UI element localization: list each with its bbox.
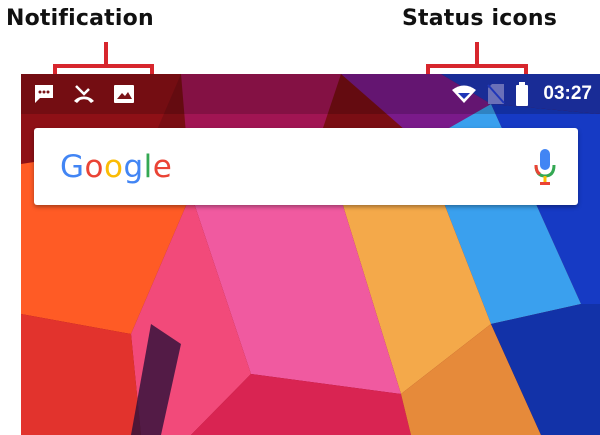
google-letter-1: G xyxy=(60,148,85,185)
missed-call-icon[interactable] xyxy=(73,84,95,104)
google-letter-4: g xyxy=(123,148,144,185)
microphone-button[interactable] xyxy=(528,145,562,189)
google-letter-3: o xyxy=(104,148,124,185)
status-time: 03:27 xyxy=(543,83,592,104)
google-logo: Google xyxy=(60,149,172,185)
message-icon[interactable] xyxy=(33,84,55,104)
status-icons-callout-label: Status icons xyxy=(402,6,557,31)
google-letter-5: l xyxy=(143,148,153,185)
image-icon[interactable] xyxy=(113,84,135,104)
microphone-icon xyxy=(534,148,556,185)
google-letter-2: o xyxy=(84,148,104,185)
google-letter-6: e xyxy=(152,148,173,185)
status-bar: 03:27 xyxy=(21,74,600,114)
battery-icon[interactable] xyxy=(515,82,529,106)
notification-icons xyxy=(21,74,135,114)
status-icons: 03:27 xyxy=(451,74,600,114)
google-search-bar[interactable]: Google xyxy=(34,128,578,205)
no-sim-icon[interactable] xyxy=(487,83,506,105)
phone-screen: 03:27 Google xyxy=(21,74,600,435)
notification-callout-label: Notification xyxy=(6,6,154,31)
wifi-icon[interactable] xyxy=(451,84,477,104)
